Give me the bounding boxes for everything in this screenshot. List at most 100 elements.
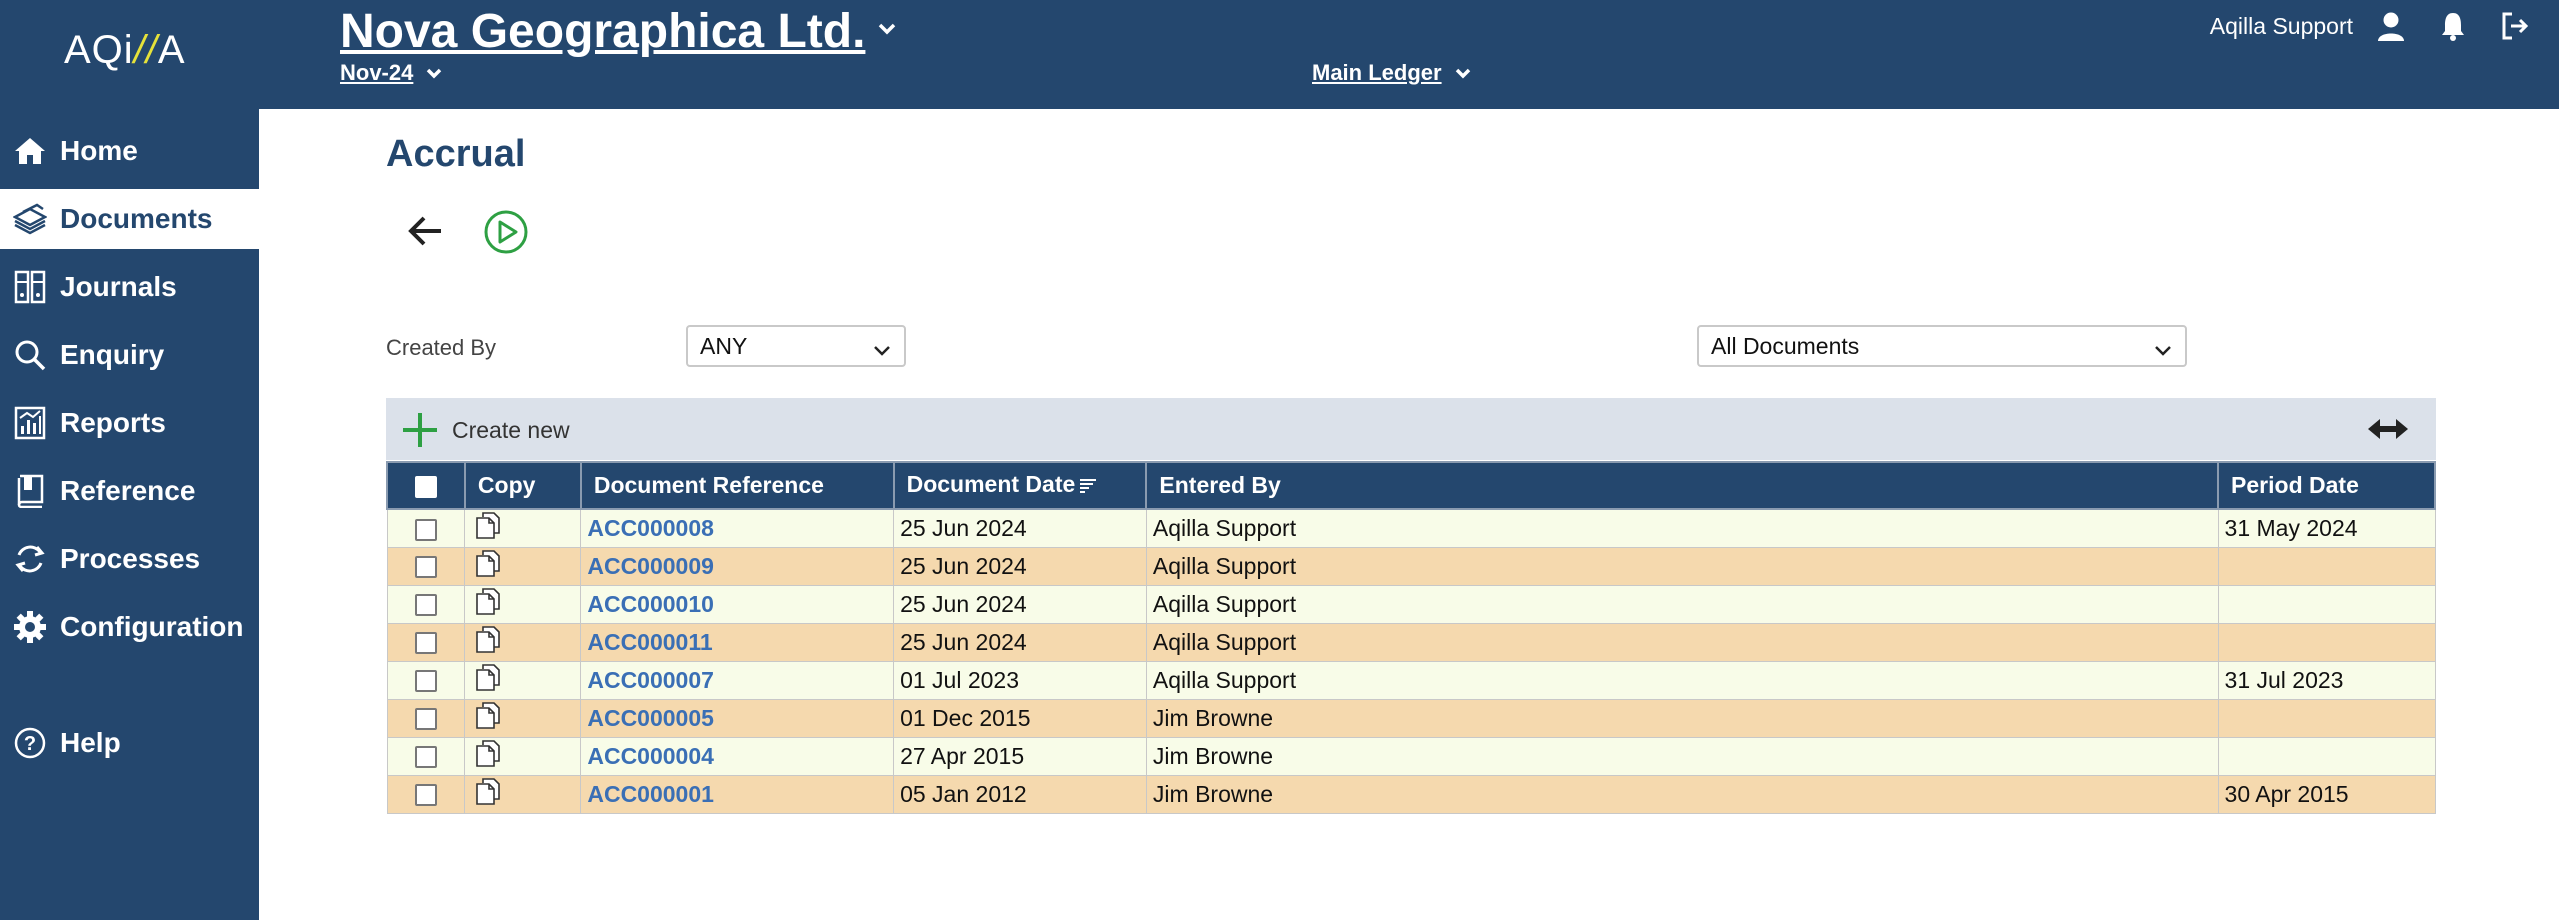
- row-checkbox[interactable]: [414, 746, 437, 769]
- document-reference-link[interactable]: ACC000007: [587, 667, 714, 693]
- chevron-down-icon[interactable]: [877, 22, 897, 41]
- copy-cell[interactable]: [464, 698, 582, 738]
- row-checkbox[interactable]: [414, 632, 437, 655]
- table-row[interactable]: ACC000011 25 Jun 2024 Aqilla Support: [386, 622, 2436, 662]
- row-checkbox[interactable]: [414, 518, 437, 541]
- row-select-cell[interactable]: [386, 774, 466, 814]
- copy-cell[interactable]: [464, 736, 582, 776]
- column-header-period-date[interactable]: Period Date: [2217, 461, 2436, 510]
- copy-icon[interactable]: [475, 549, 501, 583]
- table-row[interactable]: ACC000008 25 Jun 2024 Aqilla Support 31 May…: [386, 508, 2436, 548]
- chevron-down-icon[interactable]: [1454, 60, 1472, 86]
- table-row[interactable]: ACC000004 27 Apr 2015 Jim Browne: [386, 736, 2436, 776]
- column-header-document-reference[interactable]: Document Reference: [579, 461, 895, 510]
- bell-icon[interactable]: [2435, 8, 2471, 44]
- document-reference-cell[interactable]: ACC000005: [580, 698, 895, 738]
- row-select-cell[interactable]: [386, 736, 466, 776]
- document-reference-cell[interactable]: ACC000010: [580, 584, 895, 624]
- company-selector[interactable]: Nova Geographica Ltd.: [340, 4, 897, 59]
- document-reference-link[interactable]: ACC000005: [587, 705, 714, 731]
- document-reference-link[interactable]: ACC000010: [587, 591, 714, 617]
- table-row[interactable]: ACC000009 25 Jun 2024 Aqilla Support: [386, 546, 2436, 586]
- copy-cell[interactable]: [464, 584, 582, 624]
- sidebar-item-label: Enquiry: [60, 339, 165, 370]
- back-button[interactable]: [404, 209, 448, 253]
- sidebar-item-configuration[interactable]: Configuration: [0, 597, 259, 657]
- row-select-cell[interactable]: [386, 698, 466, 738]
- sidebar-item-enquiry[interactable]: Enquiry: [0, 325, 259, 385]
- documents-filter-select[interactable]: All Documents: [1697, 325, 2187, 367]
- select-all-checkbox[interactable]: [414, 475, 437, 498]
- ledger-label[interactable]: Main Ledger: [1312, 60, 1442, 86]
- document-reference-link[interactable]: ACC000011: [587, 629, 712, 655]
- sidebar-item-home[interactable]: Home: [0, 121, 259, 181]
- row-checkbox[interactable]: [414, 784, 437, 807]
- user-name[interactable]: Aqilla Support: [2210, 13, 2353, 40]
- sidebar-item-documents[interactable]: Documents: [0, 189, 259, 249]
- row-select-cell[interactable]: [386, 622, 466, 662]
- ledger-selector[interactable]: Main Ledger: [1312, 60, 1472, 86]
- document-reference-cell[interactable]: ACC000004: [580, 736, 895, 776]
- select-all-header[interactable]: [386, 461, 466, 510]
- row-checkbox[interactable]: [414, 670, 437, 693]
- copy-cell[interactable]: [464, 508, 582, 548]
- copy-icon[interactable]: [475, 777, 501, 811]
- row-checkbox[interactable]: [414, 708, 437, 731]
- copy-cell[interactable]: [464, 774, 582, 814]
- table-row[interactable]: ACC000007 01 Jul 2023 Aqilla Support 31 Jul…: [386, 660, 2436, 700]
- help-icon: ?: [12, 725, 48, 761]
- row-select-cell[interactable]: [386, 546, 466, 586]
- copy-icon[interactable]: [475, 625, 501, 659]
- document-reference-cell[interactable]: ACC000009: [580, 546, 895, 586]
- column-header-document-date[interactable]: Document Date: [892, 461, 1148, 510]
- copy-cell[interactable]: [464, 546, 582, 586]
- copy-icon[interactable]: [475, 701, 501, 735]
- copy-icon[interactable]: [475, 663, 501, 697]
- row-checkbox[interactable]: [414, 594, 437, 617]
- sidebar-item-help[interactable]: ? Help: [0, 713, 259, 773]
- create-new-button[interactable]: Create new: [400, 410, 570, 450]
- copy-cell[interactable]: [464, 622, 582, 662]
- copy-icon[interactable]: [475, 587, 501, 621]
- document-reference-link[interactable]: ACC000008: [587, 515, 714, 541]
- column-header-entered-by[interactable]: Entered By: [1145, 461, 2220, 510]
- document-reference-cell[interactable]: ACC000008: [580, 508, 895, 548]
- copy-icon[interactable]: [475, 739, 501, 773]
- period-selector[interactable]: Nov-24: [340, 60, 443, 86]
- table-row[interactable]: ACC000010 25 Jun 2024 Aqilla Support: [386, 584, 2436, 624]
- document-date-cell: 25 Jun 2024: [893, 546, 1147, 586]
- created-by-select[interactable]: ANY: [686, 325, 906, 367]
- document-reference-cell[interactable]: ACC000001: [580, 774, 895, 814]
- aqilla-logo[interactable]: AQi//A: [64, 28, 186, 73]
- period-label[interactable]: Nov-24: [340, 60, 413, 86]
- company-name[interactable]: Nova Geographica Ltd.: [340, 4, 865, 59]
- copy-cell[interactable]: [464, 660, 582, 700]
- document-reference-link[interactable]: ACC000009: [587, 553, 714, 579]
- document-reference-cell[interactable]: ACC000007: [580, 660, 895, 700]
- sidebar-item-reference[interactable]: Reference: [0, 461, 259, 521]
- document-reference-link[interactable]: ACC000004: [587, 743, 714, 769]
- run-button[interactable]: [482, 208, 530, 256]
- chevron-down-icon[interactable]: [425, 60, 443, 86]
- row-select-cell[interactable]: [386, 584, 466, 624]
- refresh-icon: [12, 541, 48, 577]
- sidebar-item-journals[interactable]: Journals: [0, 257, 259, 317]
- table-row[interactable]: ACC000001 05 Jan 2012 Jim Browne 30 Apr 201…: [386, 774, 2436, 814]
- row-checkbox[interactable]: [414, 556, 437, 579]
- period-date-cell: [2217, 698, 2436, 738]
- sidebar-item-reports[interactable]: Reports: [0, 393, 259, 453]
- table-row[interactable]: ACC000005 01 Dec 2015 Jim Browne: [386, 698, 2436, 738]
- row-select-cell[interactable]: [386, 508, 466, 548]
- sidebar-item-label: Home: [60, 135, 138, 166]
- copy-icon[interactable]: [475, 511, 501, 545]
- sidebar-item-processes[interactable]: Processes: [0, 529, 259, 589]
- logout-icon[interactable]: [2497, 8, 2533, 44]
- sort-icon[interactable]: [1079, 473, 1097, 500]
- row-select-cell[interactable]: [386, 660, 466, 700]
- gear-icon: [12, 609, 48, 645]
- user-icon[interactable]: [2373, 8, 2409, 44]
- sidebar: Home Documents Journals Enquiry Reports …: [0, 109, 259, 920]
- document-reference-link[interactable]: ACC000001: [587, 781, 714, 807]
- expand-columns-icon[interactable]: [2366, 416, 2410, 447]
- document-reference-cell[interactable]: ACC000011: [580, 622, 895, 662]
